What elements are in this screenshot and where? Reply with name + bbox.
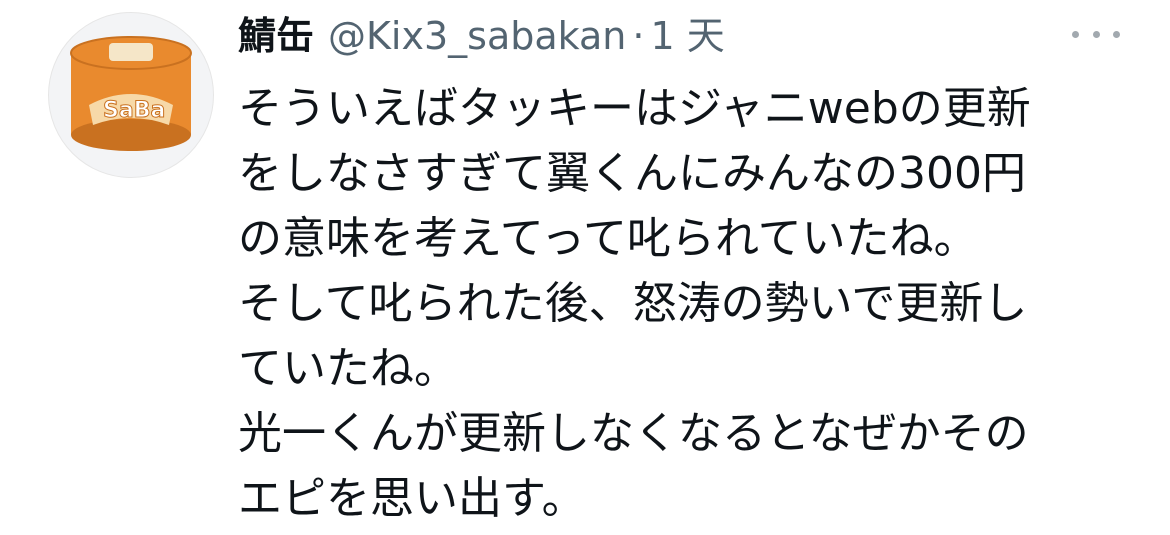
more-dot <box>1072 30 1079 38</box>
saba-can-icon: SaBa <box>70 36 192 151</box>
display-name[interactable]: 鯖缶 <box>238 10 314 62</box>
more-options-icon[interactable] <box>1072 24 1120 44</box>
timestamp[interactable]: 1 天 <box>650 10 724 62</box>
tweet-text: そういえばタッキーはジャニwebの更新 をしなさすぎて翼くんにみんなの300円 … <box>238 76 1138 531</box>
separator-dot: · <box>632 14 645 58</box>
tweet-text-line: ていたね。 <box>238 343 458 394</box>
tweet-text-line: の意味を考えてって叱られていたね。 <box>238 213 978 264</box>
avatar[interactable]: SaBa <box>48 12 214 178</box>
more-dot <box>1092 30 1100 38</box>
tweet-text-line: そして叱られた後、怒涛の勢いで更新し <box>238 278 1028 329</box>
avatar-text: SaBa <box>103 98 165 123</box>
tweet-text-line: エピを思い出す。 <box>238 473 586 524</box>
user-handle[interactable]: @Kix3_sabakan <box>328 10 626 62</box>
tweet-text-line: そういえばタッキーはジャニwebの更新 <box>238 83 1031 134</box>
more-dot <box>1113 30 1120 38</box>
tweet-text-line: 光一くんが更新しなくなるとなぜかその <box>238 408 1029 459</box>
tweet-text-line: をしなさすぎて翼くんにみんなの300円 <box>238 148 1026 199</box>
tweet-header: 鯖缶 @Kix3_sabakan · 1 天 <box>238 10 725 62</box>
